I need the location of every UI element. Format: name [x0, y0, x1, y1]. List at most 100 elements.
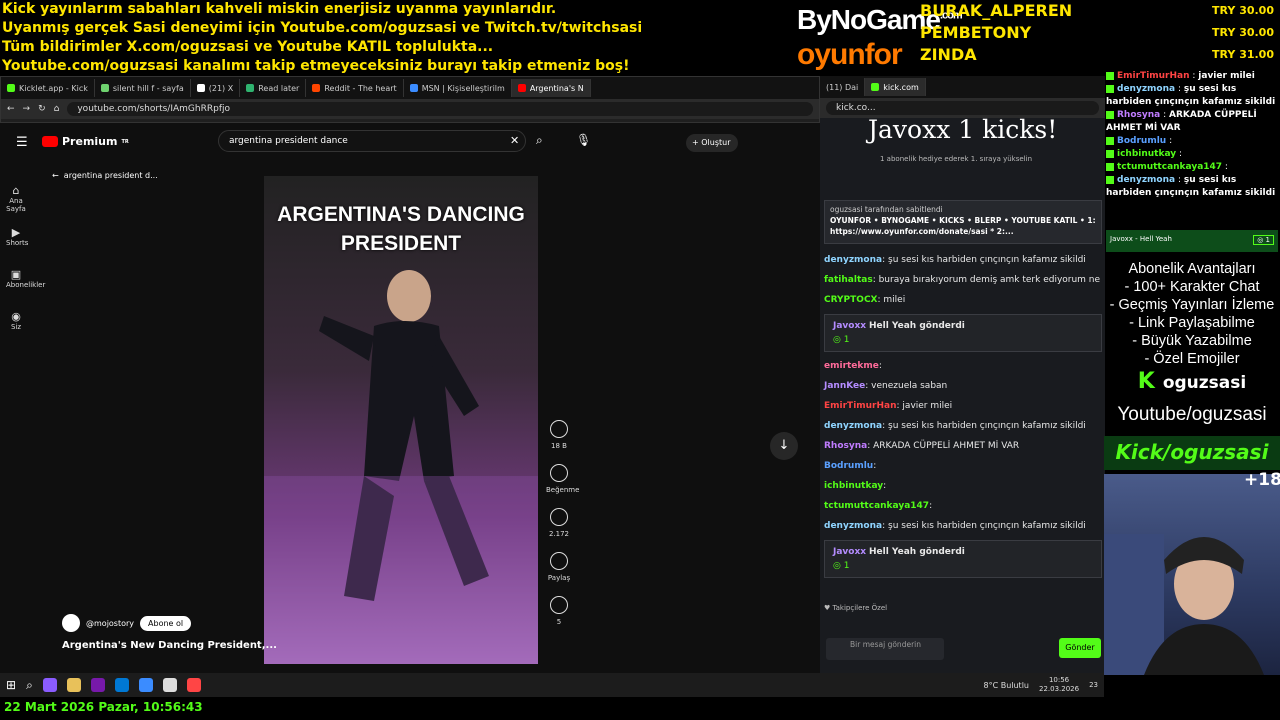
- kick-logo-icon: K: [1137, 369, 1155, 394]
- supporter-name: PEMBETONY: [920, 23, 1032, 42]
- chat-message: tctumuttcankaya147:: [824, 501, 933, 511]
- search-icon[interactable]: ⌕: [26, 678, 33, 693]
- app-icon[interactable]: [42, 678, 57, 692]
- avatar[interactable]: [62, 614, 80, 632]
- chat-message: Rhosyna: ARKADA CÜPPELİ AHMET Mİ VAR: [824, 441, 1020, 451]
- home-icon: ⌂: [12, 184, 20, 197]
- kick-chat-messages: denyzmona: şu sesi kıs harbiden çınçınçı…: [824, 250, 1102, 582]
- tab[interactable]: Reddit - The heart: [306, 79, 404, 97]
- chat-message: fatihaltas: buraya bırakıyorum demiş amk…: [824, 275, 1101, 285]
- chat-message: Bodrumlu:: [824, 461, 877, 471]
- sidebar-item-home[interactable]: ⌂ Ana Sayfa: [6, 180, 26, 222]
- dislike-button[interactable]: Beğenme: [546, 464, 579, 494]
- reload-icon[interactable]: ↻: [38, 104, 46, 114]
- forward-icon[interactable]: →: [23, 104, 31, 114]
- tab[interactable]: Read later: [240, 79, 307, 97]
- supporter-name: BURAK_ALPEREN: [920, 1, 1073, 20]
- kick-icon: [1106, 71, 1114, 80]
- tab[interactable]: MSN | Kişiselleştirilm: [404, 79, 512, 97]
- kicks-banner: Javoxx 1 kicks!: [868, 115, 1058, 144]
- comments-button[interactable]: 2.172: [546, 508, 572, 538]
- tab[interactable]: (11) Dai: [820, 78, 866, 96]
- edge-icon[interactable]: [138, 678, 153, 692]
- chrome-icon[interactable]: [162, 678, 177, 692]
- search-icon[interactable]: ⌕: [536, 133, 543, 148]
- benefits-title: Abonelik Avantajları: [1128, 261, 1256, 277]
- thumbs-up-icon: [550, 420, 568, 438]
- url-field[interactable]: kick.co...: [826, 101, 1099, 115]
- top-ticker: Kick yayınlarım sabahları kahveli miskin…: [2, 0, 782, 76]
- kick-url-banner: Kick/oguzsasi: [1104, 436, 1280, 470]
- chat-message: EmirTimurHan: javier milei: [824, 401, 953, 411]
- app-icon[interactable]: [114, 678, 129, 692]
- sidebar-item-subscriptions[interactable]: ▣ Abonelikler: [6, 264, 45, 306]
- menu-icon[interactable]: ☰: [16, 135, 28, 150]
- youtube-logo[interactable]: Premium TR: [42, 135, 129, 148]
- create-button[interactable]: + Oluştur: [686, 134, 738, 152]
- weather-widget[interactable]: 8°C Bulutlu: [983, 681, 1029, 690]
- benefit-item: - Geçmiş Yayınları İzleme: [1109, 297, 1275, 313]
- chat-input[interactable]: Bir mesaj gönderin: [826, 638, 944, 660]
- tab[interactable]: Kicklet.app - Kick: [1, 79, 95, 97]
- app-icon[interactable]: [186, 678, 201, 692]
- supporter-name: ZINDA: [920, 45, 977, 64]
- onenote-icon[interactable]: [90, 678, 105, 692]
- tab-active[interactable]: kick.com: [865, 78, 926, 96]
- like-button[interactable]: 18 B: [546, 420, 572, 450]
- stream-datetime: 22 Mart 2026 Pazar, 10:56:43: [4, 700, 203, 714]
- search-input[interactable]: argentina president dance: [218, 130, 526, 152]
- benefit-item: - Özel Emojiler: [1144, 351, 1240, 367]
- kick-icon: [1106, 175, 1114, 184]
- short-video[interactable]: ARGENTINA'S DANCING PRESIDENT: [264, 176, 538, 664]
- subscribe-button[interactable]: Abone ol: [140, 615, 192, 631]
- tab-strip: (11) Dai kick.com: [820, 76, 1105, 98]
- back-icon[interactable]: ←: [7, 104, 15, 114]
- next-button[interactable]: ↓: [770, 432, 798, 460]
- shorts-icon: ▶: [11, 226, 21, 239]
- pinned-text: OYUNFOR • BYNOGAME • KICKS • BLERP • YOU…: [830, 216, 1096, 236]
- subscriptions-icon: ▣: [10, 268, 22, 281]
- share-button[interactable]: Paylaş: [546, 552, 572, 582]
- ticker-line: Uyanmış gerçek Sasi deneyimi için Youtub…: [2, 20, 643, 36]
- tab[interactable]: (21) X: [191, 79, 241, 97]
- url-field[interactable]: youtube.com/shorts/IAmGhRRpfjo: [67, 102, 813, 116]
- sidebar-item-shorts[interactable]: ▶ Shorts: [6, 222, 28, 264]
- chat-message: CRYPTOCX: milei: [824, 295, 906, 305]
- webcam-feed: [1104, 474, 1280, 675]
- clock[interactable]: 10:56 22.03.2026: [1039, 676, 1079, 694]
- mic-icon[interactable]: 🎙: [576, 133, 591, 147]
- short-actions: 18 B Beğenme 2.172 Paylaş 5: [546, 420, 579, 640]
- notification-badge[interactable]: 23: [1089, 681, 1098, 689]
- user-icon: ◉: [11, 310, 21, 323]
- clear-icon[interactable]: ✕: [510, 134, 519, 147]
- kick-icon: [1106, 162, 1114, 171]
- benefit-item: - 100+ Karakter Chat: [1124, 279, 1260, 295]
- chat-message: denyzmona: şu sesi kıs harbiden çınçınçı…: [824, 521, 1086, 531]
- breadcrumb[interactable]: ← argentina president d...: [52, 171, 158, 180]
- send-button[interactable]: Gönder: [1059, 638, 1101, 658]
- overlay-chat-message: Rhosyna : ARKADA CÜPPELİ AHMET Mİ VAR: [1106, 110, 1257, 133]
- share-icon: [550, 552, 568, 570]
- folder-icon[interactable]: [66, 678, 81, 692]
- followers-only-label: ♥ Takipçilere Özel: [824, 604, 888, 612]
- kick-handle: Koguzsasi: [1137, 369, 1247, 394]
- overlay-chat-message: ichbinutkay :: [1106, 148, 1280, 161]
- video-caption[interactable]: Argentina's New Dancing President,...: [62, 640, 277, 651]
- benefit-item: - Büyük Yazabilme: [1132, 333, 1252, 349]
- channel-name[interactable]: @mojostory: [86, 619, 134, 628]
- tab-active[interactable]: Argentina's N: [511, 79, 591, 97]
- pinned-message: oguzsasi tarafından sabitlendi OYUNFOR •…: [824, 200, 1102, 244]
- kick-icon: [1106, 149, 1114, 158]
- gift-notice: 1 abonelik hediye ederek 1. sıraya yükse…: [880, 155, 1033, 163]
- overlay-chat-message: denyzmona : şu sesi kıs harbiden çınçınç…: [1106, 84, 1276, 107]
- supporter-names: BURAK_ALPEREN PEMBETONY ZINDA: [920, 0, 1072, 66]
- channel-row: @mojostory Abone ol: [62, 614, 192, 632]
- start-icon[interactable]: ⊞: [6, 678, 16, 692]
- sidebar-item-you[interactable]: ◉ Siz: [6, 306, 26, 348]
- ticker-line: Youtube.com/oguzsasi kanalımı takip etme…: [2, 58, 630, 74]
- tab[interactable]: silent hill f - sayfa: [95, 79, 191, 97]
- home-icon[interactable]: ⌂: [54, 104, 60, 114]
- remix-button[interactable]: 5: [546, 596, 572, 626]
- chat-message: ichbinutkay:: [824, 481, 887, 491]
- donation-amount: TRY 30.00: [1212, 26, 1274, 39]
